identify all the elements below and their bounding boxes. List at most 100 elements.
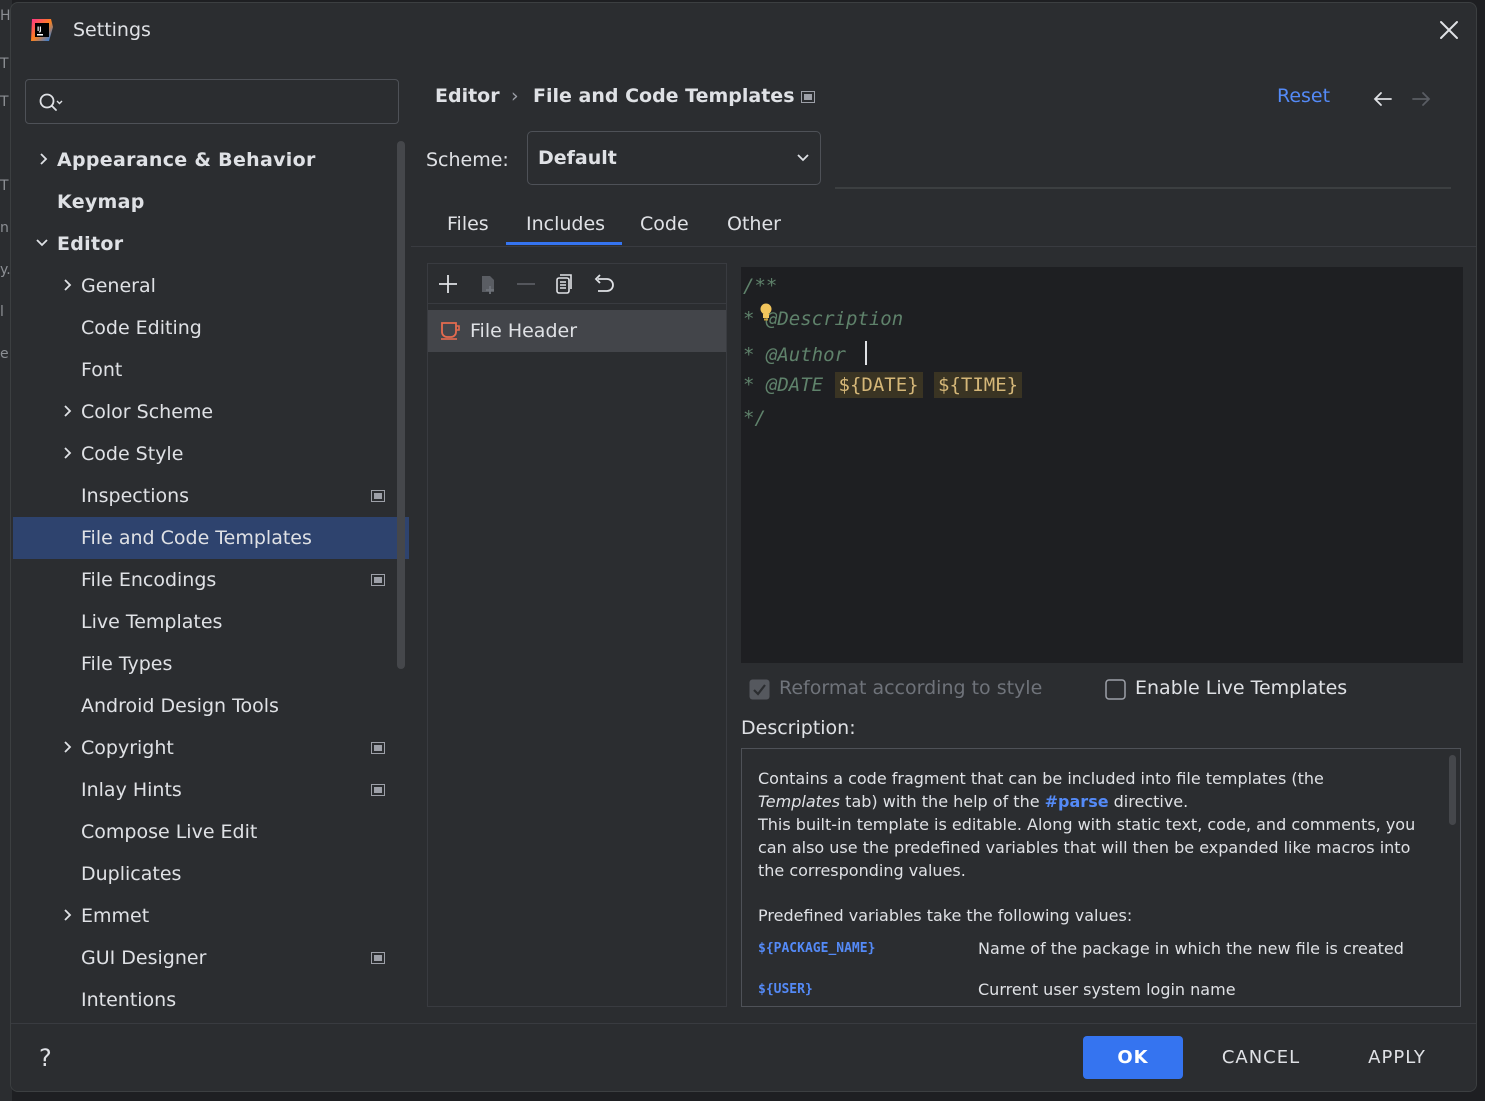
- tree-item-label: Android Design Tools: [81, 695, 279, 717]
- reformat-label: Reformat according to style: [779, 677, 1043, 699]
- arrow-right-icon[interactable]: [1409, 89, 1433, 109]
- tree-item-editor[interactable]: Editor: [13, 223, 409, 265]
- tree-item-file-and-code-templates[interactable]: File and Code Templates: [13, 517, 409, 559]
- tree-item-label: Intentions: [81, 989, 177, 1011]
- project-settings-icon: [371, 952, 385, 964]
- tree-item-file-encodings[interactable]: File Encodings: [13, 559, 409, 601]
- help-button[interactable]: ?: [39, 1044, 52, 1072]
- code-line: /**: [743, 275, 778, 297]
- tree-item-label: Inspections: [81, 485, 190, 507]
- tree-item-label: GUI Designer: [81, 947, 207, 969]
- title-bar: IJ Settings: [11, 3, 1476, 61]
- chevron-down-icon[interactable]: [35, 236, 49, 250]
- tree-item-code-editing[interactable]: Code Editing: [13, 307, 409, 349]
- tree-item-font[interactable]: Font: [13, 349, 409, 391]
- tree-item-label: Live Templates: [81, 611, 223, 633]
- chevron-right-icon[interactable]: [61, 740, 75, 754]
- tree-item-label: Font: [81, 359, 123, 381]
- tree-item-label: File Encodings: [81, 569, 217, 591]
- java-coffee-icon: [441, 322, 460, 340]
- description-text-fragment: directive.: [1108, 792, 1189, 811]
- tree-item-duplicates[interactable]: Duplicates: [13, 853, 409, 895]
- project-settings-icon: [371, 784, 385, 796]
- tree-item-compose-live-edit[interactable]: Compose Live Edit: [13, 811, 409, 853]
- tree-item-general[interactable]: General: [13, 265, 409, 307]
- code-text: * @Author: [743, 344, 858, 366]
- background-text: l: [0, 304, 4, 320]
- tree-item-appearance-behavior[interactable]: Appearance & Behavior: [13, 139, 409, 181]
- project-settings-icon: [801, 91, 815, 103]
- tab-other[interactable]: Other: [727, 213, 781, 235]
- tab-files[interactable]: Files: [447, 213, 489, 235]
- variable-description: Current user system login name: [978, 980, 1236, 999]
- tree-item-label: General: [81, 275, 156, 297]
- ok-button[interactable]: OK: [1083, 1036, 1183, 1079]
- revert-icon[interactable]: [590, 272, 614, 296]
- tab-code[interactable]: Code: [640, 213, 689, 235]
- tree-item-inspections[interactable]: Inspections: [13, 475, 409, 517]
- settings-search-field[interactable]: [25, 79, 399, 124]
- tree-item-label: File and Code Templates: [81, 527, 312, 549]
- list-item[interactable]: File Header: [428, 310, 726, 352]
- window-title: Settings: [73, 19, 151, 41]
- tree-item-inlay-hints[interactable]: Inlay Hints: [13, 769, 409, 811]
- search-input[interactable]: [72, 88, 382, 116]
- tree-item-label: Inlay Hints: [81, 779, 182, 801]
- chevron-right-icon[interactable]: [37, 152, 51, 166]
- tree-item-intentions[interactable]: Intentions: [13, 979, 409, 1021]
- tab-includes[interactable]: Includes: [526, 213, 605, 235]
- tree-item-android-design-tools[interactable]: Android Design Tools: [13, 685, 409, 727]
- cancel-button[interactable]: CANCEL: [1207, 1036, 1315, 1079]
- template-code-editor[interactable]: /** * @Description * @Author * @DATE ${D…: [741, 267, 1463, 663]
- apply-button[interactable]: APPLY: [1351, 1036, 1443, 1079]
- checkbox-unchecked[interactable]: [1105, 679, 1126, 700]
- variable-name: ${PACKAGE_NAME}: [758, 941, 876, 956]
- background-text: T: [0, 56, 9, 72]
- tree-item-label: Editor: [57, 233, 124, 255]
- description-text-fragment: tab) with the help of the: [840, 792, 1045, 811]
- tree-scrollbar[interactable]: [397, 141, 405, 669]
- add-child-icon[interactable]: [476, 272, 500, 296]
- background-text: n: [0, 220, 9, 236]
- live-templates-checkbox-row[interactable]: Enable Live Templates: [1105, 675, 1365, 703]
- chevron-right-icon[interactable]: [61, 278, 75, 292]
- parse-directive-link[interactable]: #parse: [1045, 792, 1109, 811]
- dialog-footer: ? OK CANCEL APPLY: [11, 1023, 1476, 1091]
- tree-item-live-templates[interactable]: Live Templates: [13, 601, 409, 643]
- settings-dialog: IJ Settings Appearance & Behavior Keymap…: [10, 2, 1477, 1092]
- template-tabs: Files Includes Code Other: [411, 203, 1476, 247]
- reformat-checkbox-row[interactable]: Reformat according to style: [749, 675, 1049, 703]
- tree-item-emmet[interactable]: Emmet: [13, 895, 409, 937]
- list-item-label: File Header: [470, 320, 578, 342]
- scheme-label: Scheme:: [426, 149, 509, 171]
- chevron-right-icon[interactable]: [61, 908, 75, 922]
- tree-item-copyright[interactable]: Copyright: [13, 727, 409, 769]
- arrow-left-icon[interactable]: [1371, 89, 1395, 109]
- reset-link[interactable]: Reset: [1277, 85, 1330, 107]
- add-icon[interactable]: [436, 272, 460, 296]
- breadcrumb-separator: ›: [511, 85, 519, 107]
- tree-item-file-types[interactable]: File Types: [13, 643, 409, 685]
- svg-text:IJ: IJ: [37, 26, 41, 33]
- close-icon[interactable]: [1436, 17, 1462, 43]
- remove-icon[interactable]: [514, 272, 538, 296]
- description-scrollbar[interactable]: [1449, 755, 1456, 825]
- breadcrumb-parent[interactable]: Editor: [435, 85, 500, 107]
- copy-icon[interactable]: [552, 272, 576, 296]
- background-text: H: [0, 8, 11, 24]
- template-variable: ${DATE}: [834, 372, 923, 398]
- tree-item-code-style[interactable]: Code Style: [13, 433, 409, 475]
- tree-item-keymap[interactable]: Keymap: [13, 181, 409, 223]
- tree-item-gui-designer[interactable]: GUI Designer: [13, 937, 409, 979]
- description-paragraph: This built-in template is editable. Alon…: [758, 815, 1416, 880]
- lightbulb-icon[interactable]: [759, 303, 773, 321]
- chevron-right-icon[interactable]: [61, 446, 75, 460]
- template-list-toolbar: [428, 264, 726, 304]
- chevron-right-icon[interactable]: [61, 404, 75, 418]
- background-text: e: [0, 346, 9, 362]
- project-settings-icon: [371, 742, 385, 754]
- tree-item-label: Code Editing: [81, 317, 202, 339]
- scheme-dropdown[interactable]: Default: [527, 131, 821, 185]
- tree-item-color-scheme[interactable]: Color Scheme: [13, 391, 409, 433]
- checkbox-checked-disabled[interactable]: [749, 679, 770, 700]
